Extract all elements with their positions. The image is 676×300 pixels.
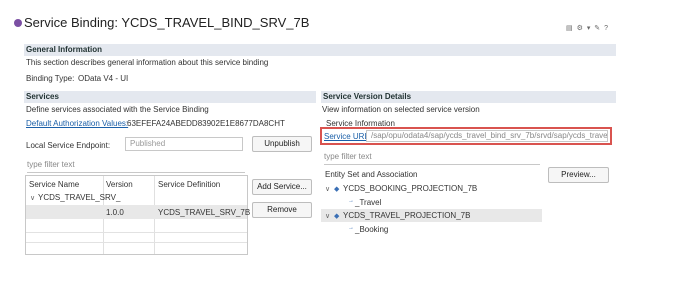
services-table: Service Name Version Service Definition … bbox=[25, 175, 251, 255]
association-icon: → bbox=[348, 198, 354, 204]
binding-type-label: Binding Type: bbox=[26, 74, 75, 83]
service-url-field[interactable]: /sap/opu/odata4/sap/ycds_travel_bind_srv… bbox=[366, 130, 608, 142]
chevron-down-icon[interactable]: ∨ bbox=[30, 194, 35, 202]
entity-booking[interactable]: YCDS_BOOKING_PROJECTION_7B bbox=[343, 184, 477, 193]
help-icon[interactable]: ? bbox=[604, 25, 609, 32]
binding-type-value: OData V4 - UI bbox=[78, 74, 129, 83]
endpoint-label: Local Service Endpoint: bbox=[26, 141, 111, 150]
column-service-definition[interactable]: Service Definition bbox=[158, 180, 220, 189]
details-filter-input[interactable]: type filter text bbox=[324, 152, 540, 165]
entity-set-header: Entity Set and Association bbox=[325, 170, 418, 179]
services-header: Services bbox=[24, 91, 316, 103]
association-booking[interactable]: _Booking bbox=[355, 225, 388, 234]
general-information-header: General Information bbox=[24, 44, 616, 56]
edit-icon[interactable]: ✎ bbox=[594, 25, 601, 32]
page-title: Service Binding: YCDS_TRAVEL_BIND_SRV_7B bbox=[24, 15, 310, 30]
service-binding-icon bbox=[14, 19, 22, 27]
toolbar-icons[interactable]: ▤ ⚙ ▾ ✎ ? bbox=[566, 24, 609, 32]
preview-button[interactable]: Preview... bbox=[548, 167, 609, 183]
entity-icon: ◆ bbox=[334, 186, 340, 193]
chevron-down-icon[interactable]: ▾ bbox=[587, 25, 592, 32]
endpoint-status-field: Published bbox=[125, 137, 243, 151]
association-travel[interactable]: _Travel bbox=[355, 198, 381, 207]
add-service-button[interactable]: Add Service... bbox=[252, 179, 312, 195]
services-filter-input[interactable]: type filter text bbox=[27, 160, 245, 173]
service-url-link[interactable]: Service URL: bbox=[324, 132, 371, 141]
settings-icon[interactable]: ⚙ bbox=[577, 25, 584, 32]
default-authorization-link[interactable]: Default Authorization Values: bbox=[26, 119, 128, 128]
authorization-value: 63EFEFA24ABEDD83902E1E8677DA8CHT bbox=[127, 119, 285, 128]
version-cell: 1.0.0 bbox=[106, 208, 124, 217]
remove-button[interactable]: Remove bbox=[252, 202, 312, 218]
chevron-down-icon[interactable]: ∨ bbox=[325, 212, 330, 220]
services-description: Define services associated with the Serv… bbox=[26, 105, 209, 114]
definition-cell: YCDS_TRAVEL_SRV_7B bbox=[158, 208, 251, 217]
document-icon[interactable]: ▤ bbox=[566, 25, 574, 32]
entity-tree: Entity Set and Association ∨ ◆ YCDS_BOOK… bbox=[321, 166, 542, 246]
column-service-name[interactable]: Service Name bbox=[29, 180, 79, 189]
details-description: View information on selected service ver… bbox=[322, 105, 480, 114]
row-divider bbox=[26, 232, 247, 233]
association-icon: → bbox=[348, 225, 354, 231]
chevron-down-icon[interactable]: ∨ bbox=[325, 185, 330, 193]
column-version[interactable]: Version bbox=[106, 180, 133, 189]
general-description: This section describes general informati… bbox=[26, 58, 269, 67]
entity-icon: ◆ bbox=[334, 213, 340, 220]
unpublish-button[interactable]: Unpublish bbox=[252, 136, 312, 152]
service-version-details-header: Service Version Details bbox=[321, 91, 616, 103]
row-divider bbox=[26, 242, 247, 243]
service-name-cell[interactable]: YCDS_TRAVEL_SRV_ bbox=[38, 193, 120, 202]
entity-travel[interactable]: YCDS_TRAVEL_PROJECTION_7B bbox=[343, 211, 470, 220]
